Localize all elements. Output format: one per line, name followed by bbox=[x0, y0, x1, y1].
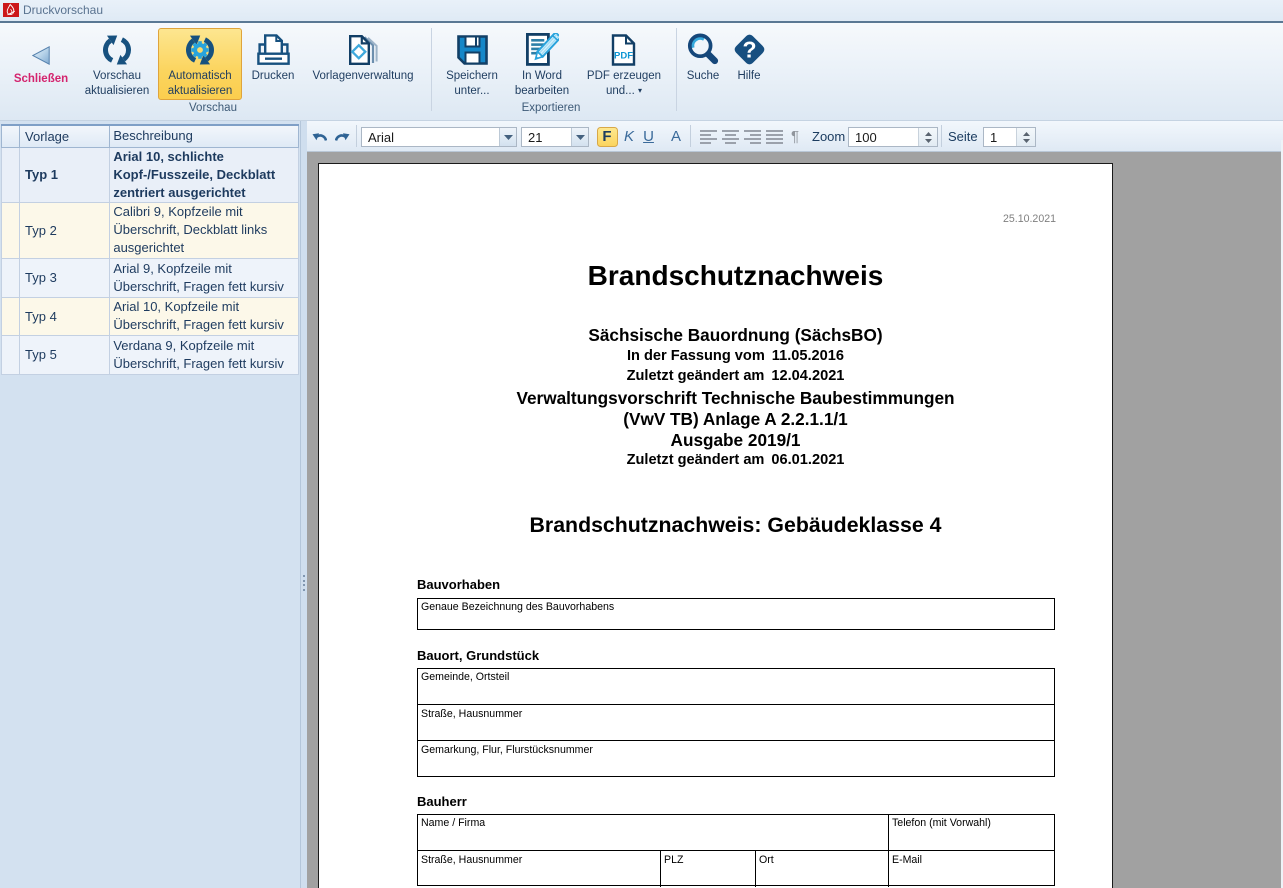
svg-text:?: ? bbox=[742, 37, 756, 63]
svg-text:PDF: PDF bbox=[614, 50, 633, 61]
